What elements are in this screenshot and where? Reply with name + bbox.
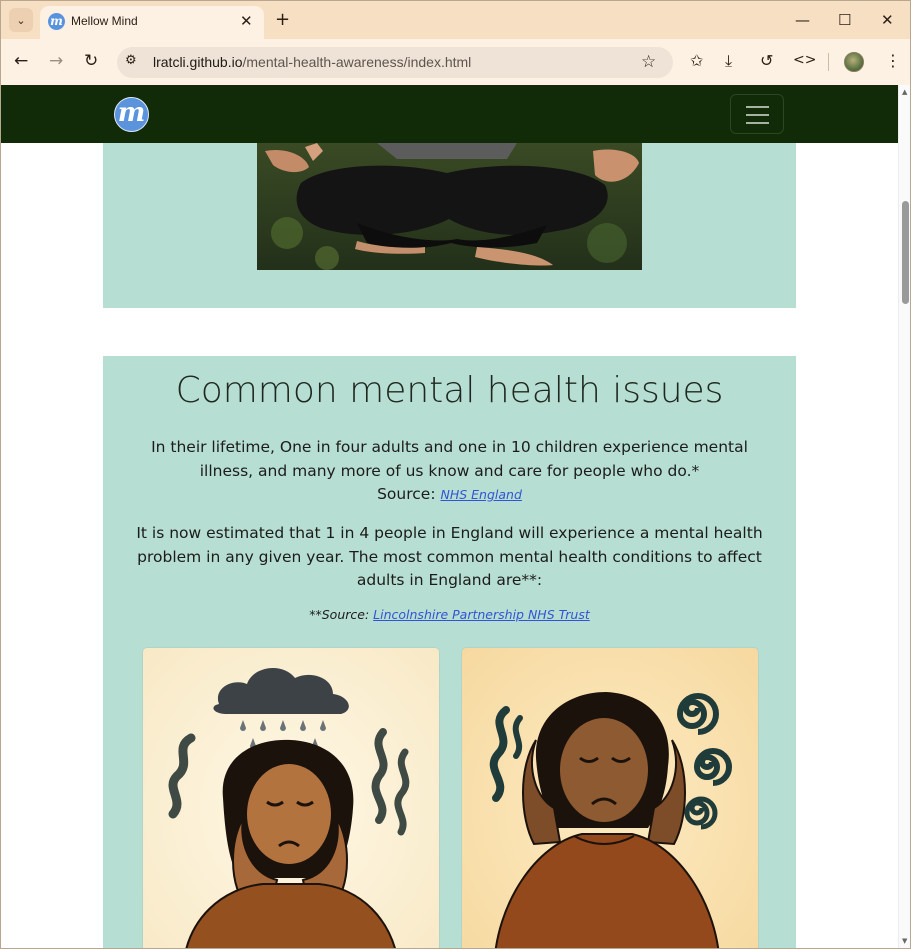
hamburger-line <box>746 106 769 108</box>
nhs-england-link[interactable]: NHS England <box>441 487 522 502</box>
url-host: lratcli.github.io <box>153 54 243 70</box>
bookmark-star-icon[interactable]: ☆ <box>641 52 656 72</box>
page-scrollbar[interactable]: ▲ ▼ <box>898 85 910 948</box>
tab-close-icon[interactable]: ✕ <box>240 12 253 30</box>
maximize-button[interactable]: ☐ <box>838 11 851 29</box>
mellow-mind-logo[interactable]: m <box>114 97 149 132</box>
hamburger-menu-button[interactable] <box>730 94 784 134</box>
tab-mellow-mind[interactable]: m Mellow Mind ✕ <box>40 6 264 39</box>
anxiety-card-image[interactable] <box>462 648 758 948</box>
scroll-up-arrow-icon[interactable]: ▲ <box>902 88 907 96</box>
menu-kebab-icon[interactable]: ⋮ <box>885 51 901 70</box>
intro-text: In their lifetime, One in four adults an… <box>151 438 748 480</box>
lincolnshire-nhs-link[interactable]: Lincolnshire Partnership NHS Trust <box>373 607 590 622</box>
common-issues-section: Common mental health issues In their lif… <box>103 356 796 948</box>
hamburger-line <box>746 122 769 124</box>
url-path: /mental-health-awareness/index.html <box>242 54 472 70</box>
source-label: Source: <box>377 485 436 503</box>
profile-avatar[interactable] <box>844 52 864 72</box>
meditation-photo <box>257 143 642 270</box>
tab-title: Mellow Mind <box>71 14 138 28</box>
source-note: **Source: Lincolnshire Partnership NHS T… <box>103 607 796 622</box>
browser-toolbar: ← → ↻ ⚙ lratcli.github.io/mental-health-… <box>1 39 910 85</box>
page-viewport: Common mental health issues In their lif… <box>1 85 898 948</box>
downloads-icon[interactable]: ⤓ <box>725 51 732 71</box>
browser-window: ⌄ m Mellow Mind ✕ + — ☐ ✕ ← → ↻ ⚙ lratcl… <box>0 0 911 949</box>
new-tab-button[interactable]: + <box>275 9 290 30</box>
site-navbar: m <box>1 85 898 143</box>
tab-strip: ⌄ m Mellow Mind ✕ + — ☐ ✕ <box>1 1 910 39</box>
statistics-paragraph: It is now estimated that 1 in 4 people i… <box>136 524 763 589</box>
hamburger-line <box>746 114 769 116</box>
reload-button[interactable]: ↻ <box>84 51 98 71</box>
source-note-label: **Source: <box>309 607 370 622</box>
url-text[interactable]: lratcli.github.io/mental-health-awarenes… <box>153 54 471 70</box>
address-bar[interactable]: ⚙ lratcli.github.io/mental-health-awaren… <box>117 47 673 78</box>
toolbar-divider <box>828 53 829 71</box>
section-heading: Common mental health issues <box>175 370 724 411</box>
history-icon[interactable]: ↺ <box>760 51 773 70</box>
back-button[interactable]: ← <box>14 51 28 71</box>
scroll-down-arrow-icon[interactable]: ▼ <box>902 937 907 945</box>
bookmarks-icon[interactable]: ✩ <box>690 51 703 70</box>
site-info-icon[interactable]: ⚙ <box>125 53 137 68</box>
devtools-icon[interactable]: <> <box>793 52 816 68</box>
favicon-icon: m <box>48 13 65 30</box>
forward-button[interactable]: → <box>49 51 63 71</box>
window-close-button[interactable]: ✕ <box>881 11 894 29</box>
tab-search-button[interactable]: ⌄ <box>9 8 33 32</box>
depression-card-image[interactable] <box>143 648 439 948</box>
minimize-button[interactable]: — <box>795 11 810 29</box>
intro-paragraph: In their lifetime, One in four adults an… <box>133 436 766 507</box>
scrollbar-thumb[interactable] <box>902 201 909 304</box>
